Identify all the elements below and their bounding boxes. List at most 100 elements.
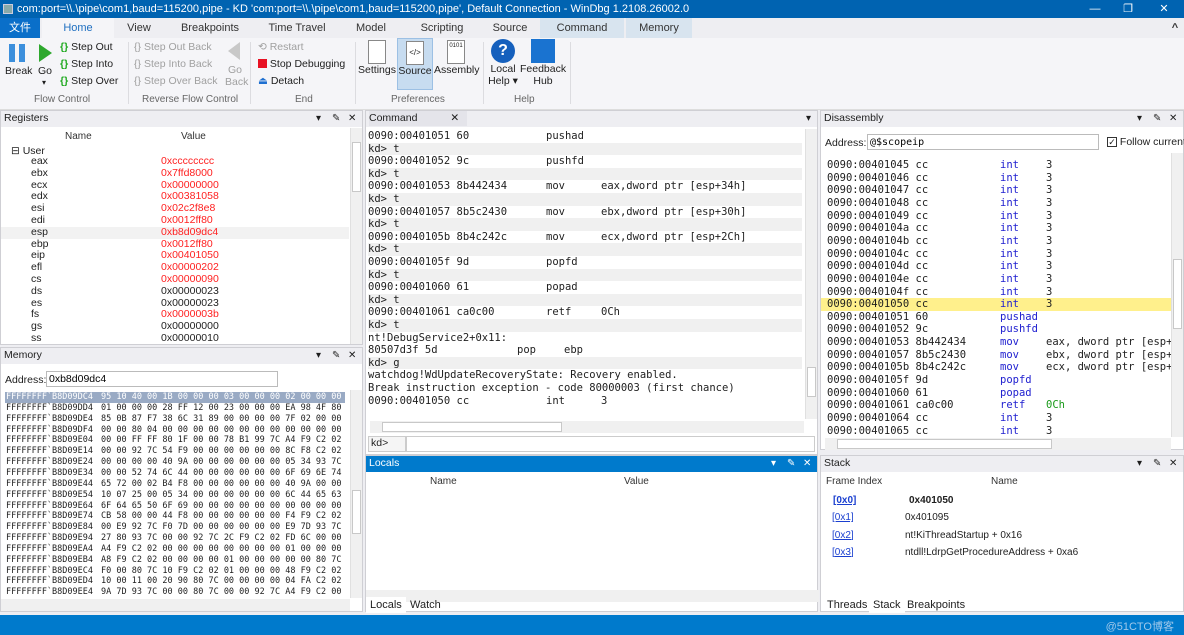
register-row[interactable]: ds 0x00000023 (1, 285, 349, 298)
memory-row[interactable]: FFFFFFFF`B8D09E14 00 00 92 7C 54 F9 00 00… (5, 446, 345, 457)
disassembly-hscrollbar[interactable] (825, 438, 1171, 450)
memory-row[interactable]: FFFFFFFF`B8D09EC4 F0 00 80 7C 10 F9 C2 02… (5, 566, 345, 577)
disassembly-row[interactable]: 0090:00401047 cc int 3 (821, 184, 1171, 197)
memory-row[interactable]: FFFFFFFF`B8D09DD4 01 00 00 00 28 FF 12 00… (5, 403, 345, 414)
registers-scrollbar[interactable] (350, 128, 362, 344)
command-tab[interactable]: Command ✕ (369, 111, 468, 126)
pin-icon[interactable]: ✎ (787, 456, 795, 471)
tab-view[interactable]: View (116, 18, 162, 38)
local-help-button[interactable]: ? Local Help ▾ (488, 39, 518, 87)
frame-index-link[interactable]: [0x3] (832, 544, 854, 561)
stop-debugging-button[interactable]: Stop Debugging (258, 58, 345, 70)
register-row[interactable]: ss 0x00000010 (1, 332, 349, 345)
memory-row[interactable]: FFFFFFFF`B8D09DF4 00 00 80 04 00 00 00 00… (5, 425, 345, 436)
pin-icon[interactable]: ✎ (1153, 111, 1161, 126)
tab-memory[interactable]: Memory (626, 18, 692, 38)
tab-command[interactable]: Command (540, 18, 624, 38)
memory-row[interactable]: FFFFFFFF`B8D09E44 65 72 00 02 B4 F8 00 00… (5, 479, 345, 490)
step-over-back-button[interactable]: {} Step Over Back (134, 75, 217, 87)
col-name[interactable]: Name (430, 476, 457, 487)
settings-button[interactable]: Settings (358, 40, 396, 76)
memory-row[interactable]: FFFFFFFF`B8D09E64 6F 64 65 50 6F 69 00 00… (5, 501, 345, 512)
disassembly-row[interactable]: 0090:00401060 61 popad (821, 387, 1171, 400)
col-value[interactable]: Value (624, 476, 649, 487)
disassembly-row[interactable]: 0090:00401064 cc int 3 (821, 412, 1171, 425)
step-into-back-button[interactable]: {} Step Into Back (134, 58, 212, 70)
follow-current-checkbox[interactable]: ✓ Follow current (1107, 136, 1184, 148)
tab-time-travel[interactable]: Time Travel (258, 18, 336, 38)
memory-row[interactable]: FFFFFFFF`B8D09E24 00 00 00 00 40 9A 00 00… (5, 457, 345, 468)
minimize-button[interactable]: — (1080, 0, 1110, 18)
close-icon[interactable]: ✕ (348, 111, 356, 126)
memory-row[interactable]: FFFFFFFF`B8D09E54 10 07 25 00 05 34 00 00… (5, 490, 345, 501)
dropdown-icon[interactable]: ▾ (1137, 111, 1142, 126)
dropdown-icon[interactable]: ▾ (316, 111, 321, 126)
disassembly-row[interactable]: 0090:0040104d cc int 3 (821, 260, 1171, 273)
tab-watch[interactable]: Watch (406, 597, 445, 613)
tab-model[interactable]: Model (345, 18, 397, 38)
disassembly-row[interactable]: 0090:00401053 8b442434 mov eax, dword ptr … (821, 336, 1179, 349)
col-value[interactable]: Value (181, 131, 206, 142)
tab-stack[interactable]: Stack (869, 597, 905, 613)
disassembly-row[interactable]: 0090:00401052 9c pushfd (821, 323, 1171, 336)
disassembly-row[interactable]: 0090:0040104f cc int 3 (821, 286, 1171, 299)
stack-frame-row[interactable]: [0x1] 0x401095 (821, 509, 1181, 526)
step-out-back-button[interactable]: {} Step Out Back (134, 41, 212, 53)
disassembly-row[interactable]: 0090:0040104a cc int 3 (821, 222, 1171, 235)
disassembly-row[interactable]: 0090:0040104e cc int 3 (821, 273, 1171, 286)
current-instruction-row[interactable]: 0090:00401050 cc int 3 (821, 298, 1171, 311)
assembly-button[interactable]: 0101 Assembly (434, 40, 480, 76)
disassembly-row[interactable]: 0090:00401046 cc int 3 (821, 172, 1171, 185)
close-window-button[interactable]: ✕ (1149, 0, 1179, 18)
memory-row[interactable]: FFFFFFFF`B8D09E34 00 00 52 74 6C 44 00 00… (5, 468, 345, 479)
frame-index-link[interactable]: [0x0] (833, 492, 856, 509)
memory-row[interactable]: FFFFFFFF`B8D09E84 00 E9 92 7C F0 7D 00 00… (5, 522, 345, 533)
dropdown-icon[interactable]: ▾ (1137, 456, 1142, 471)
go-button[interactable]: Go ▾ (37, 44, 52, 87)
close-icon[interactable]: ✕ (803, 456, 811, 471)
frame-index-link[interactable]: [0x2] (832, 527, 854, 544)
disassembly-row[interactable]: 0090:00401061 ca0c00 retf 0Ch (821, 399, 1171, 412)
memory-address-input[interactable] (46, 371, 278, 387)
disassembly-row[interactable]: 0090:0040105f 9d popfd (821, 374, 1171, 387)
col-name[interactable]: Name (991, 476, 1018, 487)
memory-row[interactable]: FFFFFFFF`B8D09E04 00 00 FF FF 80 1F 00 00… (5, 435, 345, 446)
step-into-button[interactable]: {} Step Into (60, 58, 113, 70)
restart-button[interactable]: ⟲ Restart (258, 41, 304, 53)
tab-breakpoints[interactable]: Breakpoints (903, 597, 969, 613)
disassembly-row[interactable]: 0090:00401057 8b5c2430 mov ebx, dword ptr … (821, 349, 1179, 362)
tab-breakpoints[interactable]: Breakpoints (170, 18, 250, 38)
stack-frame-row[interactable]: [0x2] nt!KiThreadStartup + 0x16 (821, 527, 1181, 544)
tab-file[interactable]: 文件 (0, 18, 40, 38)
command-scrollbar[interactable] (805, 129, 817, 419)
memory-row[interactable]: FFFFFFFF`B8D09DE4 85 0B 87 F7 38 6C 31 89… (5, 414, 345, 425)
dropdown-icon[interactable]: ▾ (316, 348, 321, 363)
step-out-button[interactable]: {} Step Out (60, 41, 113, 53)
close-tab-icon[interactable]: ✕ (450, 112, 459, 124)
memory-row[interactable]: FFFFFFFF`B8D09EE4 9A 7D 93 7C 00 00 80 7C… (5, 587, 345, 598)
tab-threads[interactable]: Threads (823, 597, 871, 613)
feedback-hub-button[interactable]: Feedback Hub (520, 39, 566, 87)
disassembly-row[interactable]: 0090:0040104b cc int 3 (821, 235, 1171, 248)
register-row[interactable]: esp 0xb8d09dc4 (1, 226, 349, 239)
frame-index-link[interactable]: [0x1] (832, 509, 854, 526)
pin-icon[interactable]: ✎ (332, 111, 340, 126)
tab-scripting[interactable]: Scripting (410, 18, 474, 38)
collapse-ribbon-button[interactable]: ^ (1168, 18, 1182, 38)
disassembly-row[interactable]: 0090:00401048 cc int 3 (821, 197, 1171, 210)
step-over-button[interactable]: {} Step Over (60, 75, 118, 87)
disassembly-scrollbar[interactable] (1171, 153, 1183, 437)
disassembly-row[interactable]: 0090:00401049 cc int 3 (821, 210, 1171, 223)
disassembly-row[interactable]: 0090:00401045 cc int 3 (821, 159, 1171, 172)
memory-row[interactable]: FFFFFFFF`B8D09ED4 10 00 11 00 20 90 80 7C… (5, 576, 345, 587)
memory-row[interactable]: FFFFFFFF`B8D09EB4 A8 F9 C2 02 00 00 00 00… (5, 555, 345, 566)
memory-scrollbar[interactable] (350, 390, 362, 598)
register-row[interactable]: ebx 0x7ffd8000 (1, 167, 349, 180)
restore-button[interactable]: ❐ (1113, 0, 1143, 18)
disassembly-address-input[interactable] (867, 134, 1099, 150)
col-frame-index[interactable]: Frame Index (826, 476, 882, 487)
detach-button[interactable]: ⏏ Detach (258, 75, 304, 87)
disassembly-row[interactable]: 0090:00401065 cc int 3 (821, 425, 1171, 438)
command-hscrollbar[interactable] (370, 421, 804, 433)
source-button[interactable]: </> Source (397, 38, 433, 90)
